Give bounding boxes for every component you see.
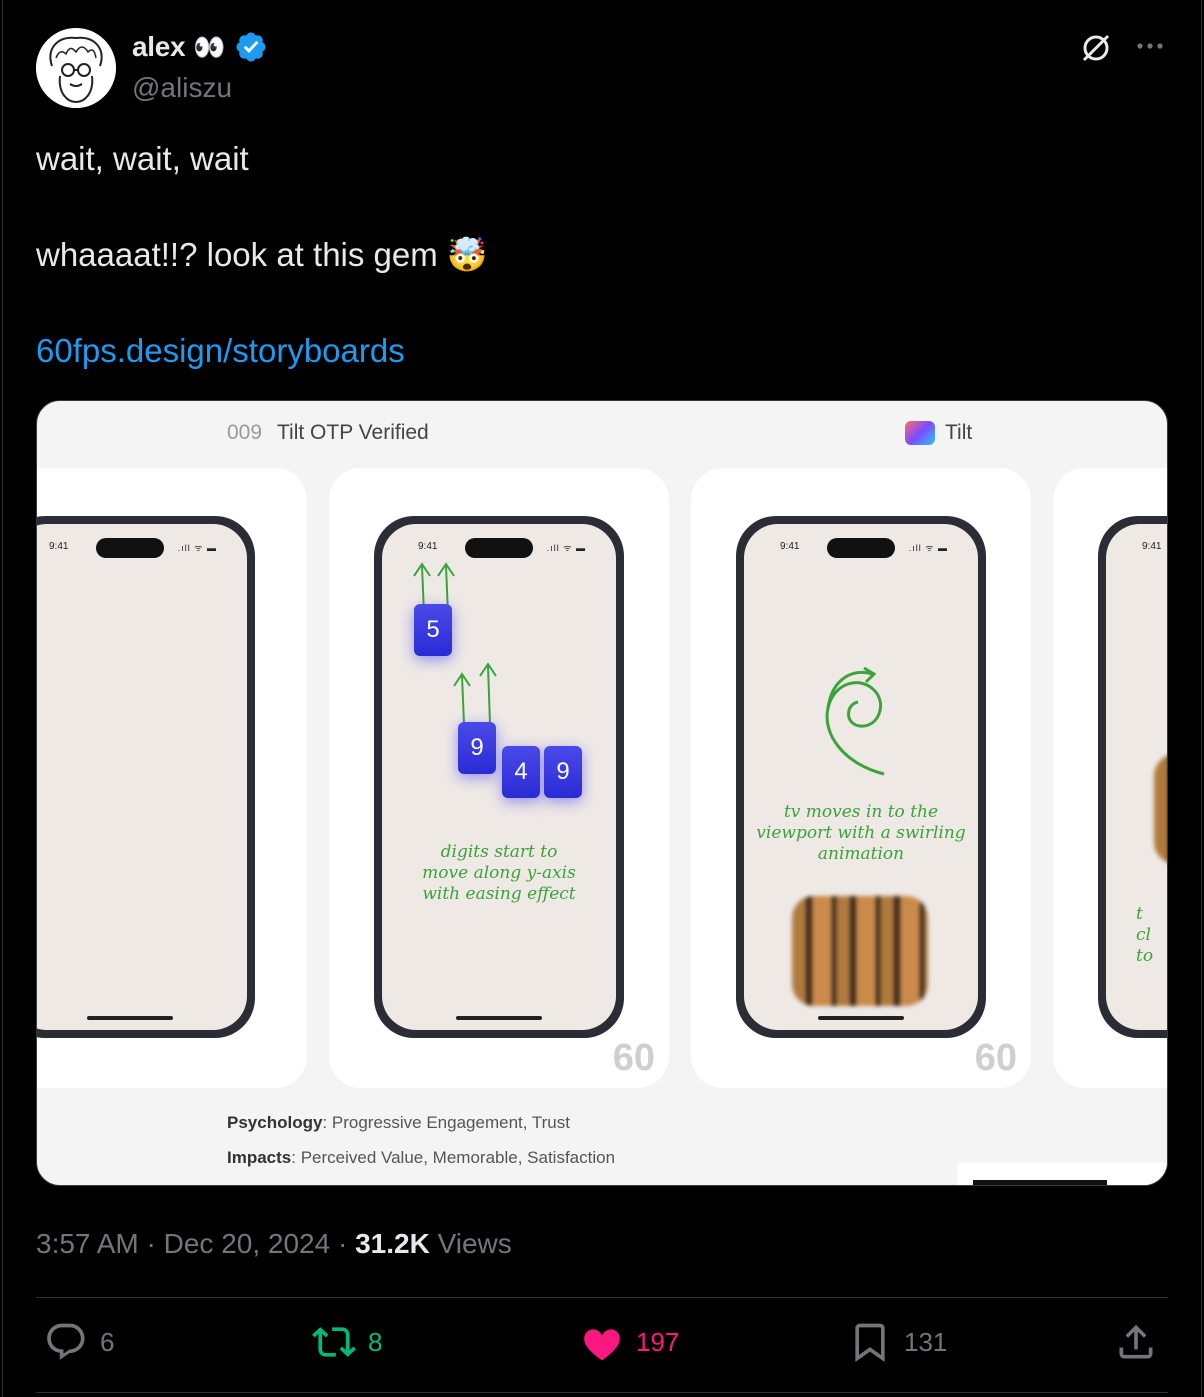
exploding-head-emoji: 🤯 bbox=[446, 236, 489, 273]
storyboard-title: Tilt OTP Verified bbox=[277, 421, 429, 444]
grok-icon[interactable] bbox=[1078, 30, 1114, 66]
fps-badge: 60 bbox=[974, 1037, 1017, 1079]
animation-note: t cl to bbox=[1136, 904, 1153, 967]
psychology-line: Psychology: Progressive Engagement, Trus… bbox=[227, 1113, 570, 1133]
phone-mockup: 9:41 .ıll ᯤ ▬ tv moves in to the viewpor… bbox=[736, 516, 986, 1038]
phone-mockup: 9:41 .ıll ᯤ ▬ 5 9 4 9 digits start to mo… bbox=[374, 516, 624, 1038]
note-line: t bbox=[1136, 904, 1143, 924]
share-button[interactable] bbox=[1114, 1320, 1158, 1364]
share-icon bbox=[1119, 1324, 1153, 1359]
author-name[interactable]: alex bbox=[132, 31, 186, 63]
author-handle[interactable]: @aliszu bbox=[132, 72, 232, 104]
reply-button[interactable]: 6 bbox=[44, 1320, 114, 1364]
storyboard-frame-4: 9:41 t cl to bbox=[1053, 468, 1167, 1088]
views-label: Views bbox=[437, 1228, 512, 1259]
digit-tile: 4 bbox=[502, 746, 540, 798]
repost-icon bbox=[312, 1327, 356, 1357]
avatar[interactable] bbox=[36, 28, 116, 108]
status-icons: .ıll ᯤ ▬ bbox=[546, 543, 586, 553]
digit-tile: 5 bbox=[414, 604, 452, 656]
bookmark-icon bbox=[855, 1323, 885, 1363]
status-time: 9:41 bbox=[418, 541, 438, 552]
dynamic-island bbox=[827, 538, 895, 558]
note-line: digits start to bbox=[440, 842, 558, 862]
phone-mockup: 9:41 .ıll ᯤ ▬ bbox=[37, 516, 255, 1038]
like-button[interactable]: 197 bbox=[580, 1320, 679, 1364]
phone-screen: 9:41 t cl to bbox=[1106, 524, 1167, 1030]
heart-icon bbox=[584, 1329, 620, 1361]
impacts-label: Impacts bbox=[227, 1148, 292, 1167]
bookmark-button[interactable]: 131 bbox=[848, 1320, 947, 1364]
status-icons: .ıll ᯤ ▬ bbox=[177, 543, 217, 553]
tweet-time[interactable]: 3:57 AM bbox=[36, 1228, 139, 1259]
reply-count: 6 bbox=[100, 1326, 115, 1357]
more-options-icon[interactable] bbox=[1134, 30, 1166, 62]
dynamic-island bbox=[96, 538, 164, 558]
views-count: 31.2K bbox=[355, 1228, 430, 1259]
tv-object bbox=[1154, 754, 1167, 864]
verified-badge-icon bbox=[236, 32, 266, 62]
note-line: move along y-axis bbox=[422, 863, 576, 883]
tweet-text-line-1: wait, wait, wait bbox=[36, 140, 249, 177]
psychology-label: Psychology bbox=[227, 1113, 323, 1132]
animation-note: tv moves in to the viewport with a swirl… bbox=[744, 802, 978, 865]
storyboard-frame-1: 9:41 .ıll ᯤ ▬ bbox=[37, 468, 307, 1088]
fps-badge: 60 bbox=[612, 1037, 655, 1079]
tweet-text-line-2: whaaaat!!? look at this gem 🤯 bbox=[36, 236, 488, 275]
tilt-app-icon bbox=[905, 421, 935, 445]
app-label: Tilt bbox=[905, 421, 972, 445]
psychology-value: : Progressive Engagement, Trust bbox=[322, 1113, 570, 1132]
note-line: tv moves in to the bbox=[783, 802, 939, 822]
tv-object bbox=[792, 896, 928, 1006]
eyes-emoji: 👀 bbox=[193, 31, 226, 62]
phone-screen: 9:41 .ıll ᯤ ▬ bbox=[37, 524, 247, 1030]
repost-count: 8 bbox=[368, 1326, 383, 1357]
animation-note: digits start to move along y-axis with e… bbox=[382, 842, 616, 905]
home-indicator bbox=[818, 1016, 904, 1020]
home-indicator bbox=[456, 1016, 542, 1020]
note-line: with easing effect bbox=[422, 884, 576, 904]
home-indicator bbox=[87, 1016, 173, 1020]
status-icons: .ıll ᯤ ▬ bbox=[908, 543, 948, 553]
storyboard-frame-2: 9:41 .ıll ᯤ ▬ 5 9 4 9 digits start to mo… bbox=[329, 468, 669, 1088]
impacts-value: : Perceived Value, Memorable, Satisfacti… bbox=[291, 1148, 616, 1167]
status-time: 9:41 bbox=[49, 541, 69, 552]
divider bbox=[36, 1297, 1168, 1298]
corner-bar bbox=[973, 1180, 1107, 1185]
tweet-text-line-2-text: whaaaat!!? look at this gem bbox=[36, 236, 438, 273]
phone-screen: 9:41 .ıll ᯤ ▬ 5 9 4 9 digits start to mo… bbox=[382, 524, 616, 1030]
storyboard-number: 009 bbox=[227, 421, 263, 444]
app-name: Tilt bbox=[945, 421, 973, 444]
phone-screen: 9:41 .ıll ᯤ ▬ tv moves in to the viewpor… bbox=[744, 524, 978, 1030]
digit-tile: 9 bbox=[458, 722, 496, 774]
tweet-link[interactable]: 60fps.design/storyboards bbox=[36, 332, 405, 370]
impacts-line: Impacts: Perceived Value, Memorable, Sat… bbox=[227, 1148, 615, 1168]
author-name-row[interactable]: alex 👀 bbox=[132, 30, 268, 64]
note-line: animation bbox=[817, 844, 905, 864]
note-line: viewport with a swirling bbox=[756, 823, 966, 843]
swirl-arrow-icon bbox=[825, 666, 885, 776]
divider bbox=[36, 1392, 1168, 1393]
reply-icon bbox=[47, 1323, 85, 1360]
avatar-illustration bbox=[36, 28, 116, 108]
tweet-date[interactable]: Dec 20, 2024 bbox=[164, 1228, 331, 1259]
phone-mockup: 9:41 t cl to bbox=[1098, 516, 1167, 1038]
digit-tile: 9 bbox=[544, 746, 582, 798]
note-line: cl bbox=[1136, 925, 1151, 945]
repost-button[interactable]: 8 bbox=[312, 1320, 382, 1364]
status-time: 9:41 bbox=[780, 541, 800, 552]
status-time: 9:41 bbox=[1142, 541, 1162, 552]
note-line: to bbox=[1136, 946, 1154, 966]
bookmark-count: 131 bbox=[904, 1326, 948, 1357]
like-count: 197 bbox=[636, 1326, 680, 1357]
storyboard-frame-3: 9:41 .ıll ᯤ ▬ tv moves in to the viewpor… bbox=[691, 468, 1031, 1088]
media-image[interactable]: 009 Tilt OTP Verified Tilt 9:41 .ıll ᯤ ▬… bbox=[36, 400, 1168, 1186]
tweet-timestamp: 3:57 AM · Dec 20, 2024 · 31.2K Views bbox=[36, 1228, 512, 1259]
